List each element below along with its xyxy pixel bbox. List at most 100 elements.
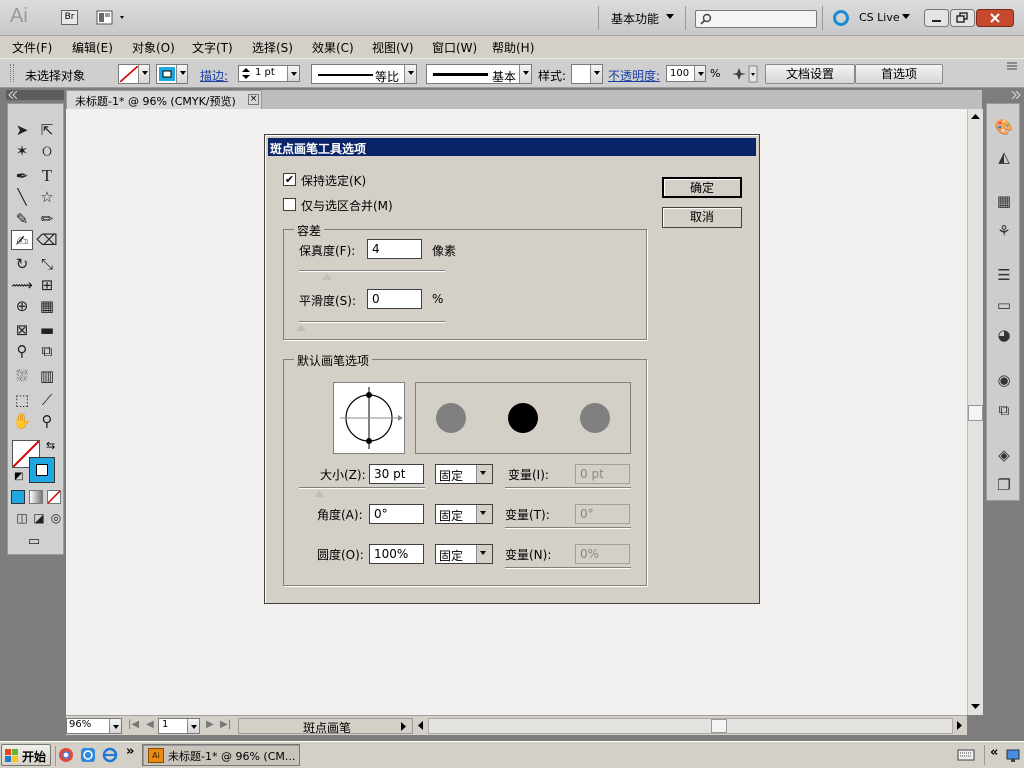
smoothness-slider-thumb[interactable]	[296, 324, 306, 331]
previous-page-icon[interactable]: ◀	[146, 719, 154, 730]
keep-selected-checkbox[interactable]: ✔	[283, 173, 296, 186]
qq-browser-icon[interactable]	[80, 747, 96, 763]
scroll-down-icon[interactable]	[971, 704, 980, 710]
last-page-icon[interactable]: ▶|	[220, 719, 231, 730]
angle-input[interactable]: 0°	[369, 504, 424, 524]
smoothness-input[interactable]: 0	[367, 289, 422, 309]
graphic-style-dropdown[interactable]	[571, 64, 603, 84]
none-mode-icon[interactable]	[47, 490, 61, 504]
line-tool-icon[interactable]: ╲	[11, 187, 33, 207]
direct-selection-tool-icon[interactable]: ⇱	[36, 120, 58, 140]
restore-button[interactable]	[950, 9, 975, 27]
star-tool-icon[interactable]: ☆	[36, 187, 58, 207]
cs-live-button[interactable]: CS Live	[859, 11, 900, 24]
menu-object[interactable]: 对象(O)	[132, 39, 175, 56]
slice-tool-icon[interactable]: ⟋	[36, 390, 58, 410]
fidelity-input[interactable]: 4	[367, 239, 422, 259]
gradient-mode-icon[interactable]	[29, 490, 43, 504]
document-tab[interactable]: 未标题-1* @ 96% (CMYK/预览) ×	[66, 90, 262, 109]
blend-tool-icon[interactable]: ⧉	[36, 341, 58, 361]
mesh-tool-icon[interactable]: ⊠	[11, 320, 33, 340]
gradient-panel-icon[interactable]: ▭	[992, 294, 1016, 316]
rotate-tool-icon[interactable]: ↻	[11, 254, 33, 274]
color-mode-icon[interactable]	[11, 490, 25, 504]
vertical-scrollbar[interactable]	[967, 109, 983, 715]
internet-explorer-icon[interactable]	[102, 747, 118, 763]
taskbar-illustrator-item[interactable]: Ai 未标题-1* @ 96% (CM...	[142, 744, 300, 766]
scale-tool-icon[interactable]: ⤡	[36, 254, 58, 274]
menu-type[interactable]: 文字(T)	[192, 39, 233, 56]
shape-builder-tool-icon[interactable]: ⊕	[11, 296, 33, 316]
swatches-panel-icon[interactable]: ▦	[992, 190, 1016, 212]
minimize-button[interactable]	[924, 9, 949, 27]
zoom-tool-icon[interactable]: ⚲	[36, 411, 58, 431]
pencil-tool-icon[interactable]: ✏	[36, 209, 58, 229]
stroke-panel-icon[interactable]: ☰	[992, 264, 1016, 286]
page-field[interactable]: 1	[158, 718, 200, 734]
arrange-documents-button[interactable]	[96, 10, 128, 26]
symbol-sprayer-tool-icon[interactable]: ⛆	[11, 366, 33, 386]
close-button[interactable]	[976, 9, 1014, 27]
size-mode-select[interactable]: 固定	[435, 464, 493, 484]
horizontal-scrollbar[interactable]	[428, 718, 953, 734]
brush-definition[interactable]: 基本	[426, 64, 532, 84]
hand-tool-icon[interactable]: ✋	[11, 411, 33, 431]
menu-select[interactable]: 选择(S)	[252, 39, 293, 56]
free-transform-tool-icon[interactable]: ⊞	[36, 275, 58, 295]
variable-width-profile[interactable]: 等比	[311, 64, 417, 84]
brushes-panel-icon[interactable]: ⚘	[992, 220, 1016, 242]
chrome-icon[interactable]	[58, 747, 74, 763]
menu-view[interactable]: 视图(V)	[372, 39, 414, 56]
horizontal-scroll-thumb[interactable]	[711, 719, 727, 733]
size-slider-track[interactable]	[299, 487, 425, 489]
artboards-panel-icon[interactable]: ❐	[992, 474, 1016, 496]
eraser-tool-icon[interactable]: ⌫	[36, 230, 58, 250]
roundness-input[interactable]: 100%	[369, 544, 424, 564]
angle-variation-input[interactable]: 0°	[575, 504, 630, 524]
keyboard-icon[interactable]	[957, 748, 975, 762]
type-tool-icon[interactable]: T	[36, 166, 58, 186]
preferences-button[interactable]: 首选项	[855, 64, 943, 84]
smoothness-slider-track[interactable]	[299, 321, 445, 323]
default-colors-icon[interactable]: ◩	[14, 471, 23, 482]
network-icon[interactable]	[1005, 747, 1021, 763]
color-panel-icon[interactable]: 🎨	[992, 116, 1016, 138]
gradient-tool-icon[interactable]: ▬	[36, 320, 58, 340]
grip-handle[interactable]	[10, 64, 14, 82]
color-guide-icon[interactable]: ◭	[992, 146, 1016, 168]
search-input[interactable]	[695, 10, 817, 28]
cancel-button[interactable]: 取消	[662, 207, 742, 228]
magic-wand-tool-icon[interactable]: ✶	[11, 141, 33, 161]
size-slider-thumb[interactable]	[314, 490, 324, 497]
vertical-scroll-thumb[interactable]	[968, 405, 983, 421]
first-page-icon[interactable]: |◀	[128, 719, 139, 730]
angle-mode-select[interactable]: 固定	[435, 504, 493, 524]
toolbox-header[interactable]	[6, 90, 64, 100]
next-page-icon[interactable]: ▶	[206, 719, 214, 730]
blob-brush-tool-icon[interactable]: ✍	[11, 230, 33, 250]
close-tab-icon[interactable]: ×	[248, 94, 259, 105]
graphic-styles-icon[interactable]: ⧉	[992, 399, 1016, 421]
scroll-left-icon[interactable]	[418, 721, 424, 730]
selection-tool-icon[interactable]: ➤	[11, 120, 33, 140]
fill-color-dropdown[interactable]	[118, 64, 150, 84]
opacity-link[interactable]: 不透明度:	[608, 67, 660, 84]
bridge-button[interactable]: Br	[61, 10, 78, 25]
appearance-panel-icon[interactable]: ◉	[992, 369, 1016, 391]
roundness-mode-select[interactable]: 固定	[435, 544, 493, 564]
layers-panel-icon[interactable]: ◈	[992, 444, 1016, 466]
transparency-panel-icon[interactable]: ◕	[992, 324, 1016, 346]
size-input[interactable]: 30 pt	[369, 464, 424, 484]
swap-fill-stroke-icon[interactable]: ⇆	[46, 439, 55, 452]
roundness-variation-input[interactable]: 0%	[575, 544, 630, 564]
scroll-up-icon[interactable]	[971, 113, 980, 119]
merge-only-checkbox[interactable]	[283, 198, 296, 211]
fidelity-slider-track[interactable]	[299, 270, 445, 272]
draw-inside-icon[interactable]: ◎	[45, 508, 67, 528]
width-tool-icon[interactable]: ⟿	[11, 275, 33, 295]
stroke-swatch[interactable]	[29, 457, 55, 483]
perspective-grid-tool-icon[interactable]: ▦	[36, 296, 58, 316]
zoom-field[interactable]: 96%	[66, 718, 122, 734]
artboard-tool-icon[interactable]: ⬚	[11, 390, 33, 410]
status-tool-display[interactable]: 斑点画笔	[238, 718, 413, 735]
